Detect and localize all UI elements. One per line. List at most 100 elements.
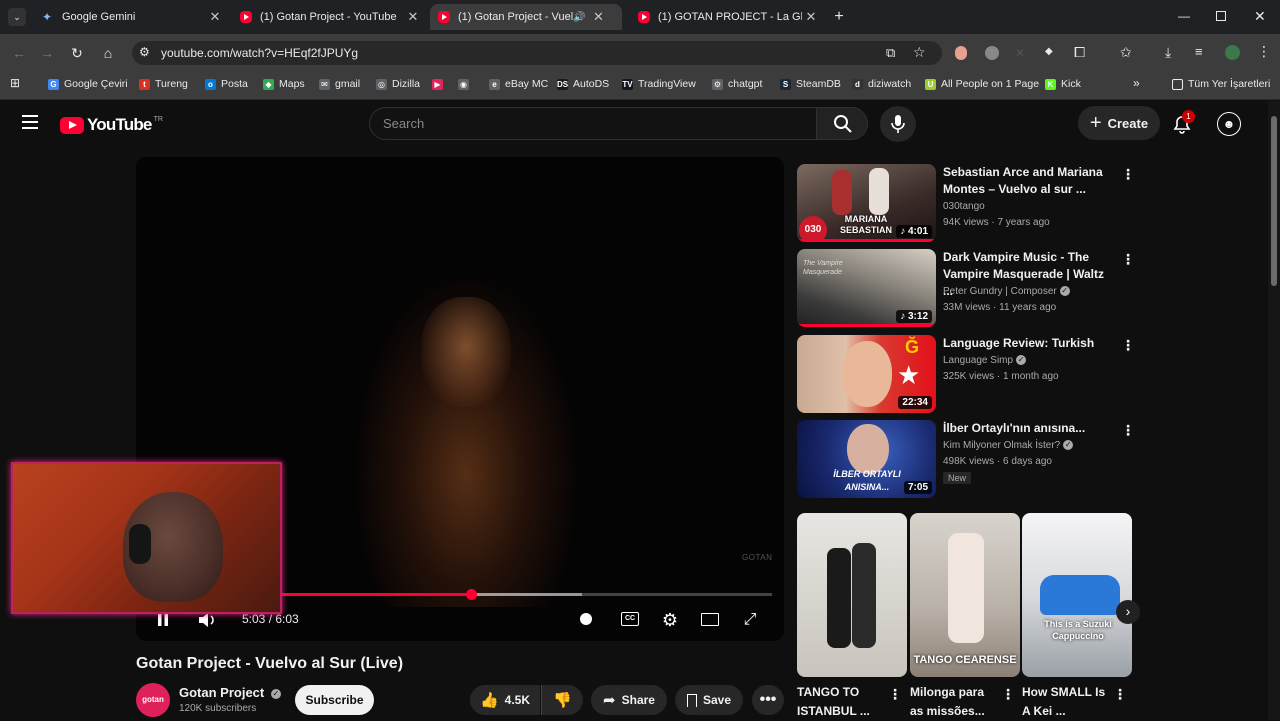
like-button[interactable]: 👍 4.5K bbox=[470, 685, 540, 715]
bookmark-star-icon[interactable]: ☆ bbox=[913, 44, 926, 61]
reading-list-icon[interactable]: ≡ bbox=[1195, 44, 1203, 59]
site-info-icon[interactable]: ⚙ bbox=[139, 45, 150, 59]
autoplay-toggle[interactable] bbox=[576, 610, 596, 630]
recommendation-title[interactable]: Sebastian Arce and Mariana Montes – Vuel… bbox=[943, 164, 1113, 198]
recommendation-item[interactable]: The Vampire Masquerade ♪ 3:12 Dark Vampi… bbox=[797, 249, 1137, 327]
search-input[interactable]: Search bbox=[369, 107, 816, 140]
bookmark-item[interactable]: U All People on 1 Page bbox=[925, 77, 1039, 91]
short-title[interactable]: How SMALL Is A Kei ... bbox=[1022, 683, 1112, 721]
channel-avatar[interactable]: gotan bbox=[136, 683, 170, 717]
browser-tab-youtube-channel[interactable]: (1) Gotan Project - YouTube ✕ bbox=[232, 4, 422, 30]
bookmark-item[interactable]: o Posta bbox=[205, 77, 248, 91]
more-vertical-icon[interactable]: ⋮ bbox=[888, 686, 902, 703]
browser-menu-icon[interactable]: ⋮ bbox=[1257, 43, 1271, 60]
video-thumbnail[interactable]: The Vampire Masquerade ♪ 3:12 bbox=[797, 249, 936, 327]
scrollbar-thumb[interactable] bbox=[1271, 116, 1277, 286]
forward-icon[interactable]: → bbox=[38, 44, 56, 62]
speaker-icon[interactable]: 🔊 bbox=[573, 12, 585, 23]
browser-tab-active-video[interactable]: (1) Gotan Project - Vuelvo al 🔊 ✕ bbox=[430, 4, 622, 30]
subtitles-button[interactable]: CC bbox=[619, 610, 641, 630]
all-bookmarks-folder[interactable]: Tüm Yer İşaretleri bbox=[1172, 77, 1270, 91]
back-icon[interactable]: ← bbox=[10, 44, 28, 62]
bookmarks-star-icon[interactable]: ✩ bbox=[1120, 44, 1132, 61]
create-button[interactable]: + Create bbox=[1078, 106, 1160, 140]
recommendation-title[interactable]: Language Review: Turkish bbox=[943, 335, 1113, 352]
browser-tab-la-gloria[interactable]: (1) GOTAN PROJECT - La Gloria ✕ bbox=[630, 4, 820, 30]
recommendation-item[interactable]: İLBER ORTAYLI ANISINA... 7:05 İlber Orta… bbox=[797, 420, 1137, 498]
recommendation-channel[interactable]: 030tango bbox=[943, 201, 985, 212]
more-vertical-icon[interactable]: ⋮ bbox=[1121, 166, 1135, 183]
guide-menu-icon[interactable] bbox=[22, 115, 38, 129]
video-thumbnail[interactable]: ★ Ğ 22:34 bbox=[797, 335, 936, 413]
close-tab-icon[interactable]: ✕ bbox=[802, 9, 820, 25]
recommendation-channel[interactable]: Kim Milyoner Olmak İster? ✓ bbox=[943, 440, 1074, 451]
dislike-button[interactable]: 👎 bbox=[541, 685, 583, 715]
close-tab-icon[interactable]: ✕ bbox=[404, 9, 422, 25]
more-actions-button[interactable]: ••• bbox=[752, 685, 784, 715]
close-tab-icon[interactable]: ✕ bbox=[206, 9, 224, 25]
save-button[interactable]: Save bbox=[675, 685, 743, 715]
bookmark-item[interactable]: t Tureng bbox=[139, 77, 188, 91]
settings-button[interactable]: ⚙ bbox=[659, 610, 681, 630]
shorts-next-button[interactable]: › bbox=[1116, 600, 1140, 624]
close-window-icon[interactable]: ✕ bbox=[1254, 8, 1266, 25]
bookmark-item[interactable]: S SteamDB bbox=[780, 77, 841, 91]
voice-search-button[interactable] bbox=[880, 106, 916, 142]
short-thumbnail[interactable] bbox=[797, 513, 907, 677]
extensions-puzzle-icon[interactable]: ⧠ bbox=[1074, 44, 1085, 61]
short-title[interactable]: Milonga para as missões... bbox=[910, 683, 1000, 721]
youtube-logo[interactable]: YouTube TR bbox=[60, 115, 163, 135]
more-vertical-icon[interactable]: ⋮ bbox=[1113, 686, 1127, 703]
recommendation-title[interactable]: İlber Ortaylı'nın anısına... bbox=[943, 420, 1113, 437]
reload-icon[interactable]: ↻ bbox=[68, 44, 86, 62]
short-title[interactable]: TANGO TO ISTANBUL ... bbox=[797, 683, 887, 721]
close-tab-icon[interactable]: ✕ bbox=[589, 9, 607, 25]
extension-icon[interactable]: ✕ bbox=[1015, 46, 1029, 60]
recommendation-item[interactable]: ★ Ğ 22:34 Language Review: Turkish Langu… bbox=[797, 335, 1137, 413]
bookmark-item[interactable]: DS AutoDS bbox=[557, 77, 609, 91]
bookmark-item[interactable]: ◆ Maps bbox=[263, 77, 305, 91]
bookmark-item[interactable]: TV TradingView bbox=[622, 77, 696, 91]
recommendation-channel[interactable]: Language Simp ✓ bbox=[943, 355, 1027, 366]
home-icon[interactable]: ⌂ bbox=[99, 44, 117, 62]
bookmark-item[interactable]: ▶ bbox=[432, 77, 448, 91]
search-button[interactable] bbox=[816, 107, 868, 140]
recommendation-item[interactable]: 030 MARIANA SEBASTIAN ♪ 4:01 Sebastian A… bbox=[797, 164, 1137, 242]
bookmark-item[interactable]: ◉ bbox=[458, 77, 474, 91]
bookmark-item[interactable]: K Kick bbox=[1045, 77, 1081, 91]
more-vertical-icon[interactable]: ⋮ bbox=[1121, 251, 1135, 268]
minimize-icon[interactable]: — bbox=[1178, 9, 1190, 23]
video-thumbnail[interactable]: 030 MARIANA SEBASTIAN ♪ 4:01 bbox=[797, 164, 936, 242]
channel-watermark[interactable]: GOTAN bbox=[742, 553, 772, 562]
bookmark-item[interactable]: ◎ Dizilla bbox=[376, 77, 420, 91]
share-button[interactable]: ➦ Share bbox=[591, 685, 667, 715]
more-bookmarks-icon[interactable]: » bbox=[1133, 76, 1140, 90]
fullscreen-button[interactable]: ⤢ bbox=[739, 610, 761, 630]
short-thumbnail[interactable]: This is a Suzuki Cappuccino bbox=[1022, 513, 1132, 677]
profile-avatar[interactable] bbox=[1225, 45, 1240, 60]
channel-name[interactable]: Gotan Project ✓ bbox=[179, 685, 281, 700]
extension-icon[interactable] bbox=[955, 46, 967, 60]
theater-mode-button[interactable] bbox=[699, 610, 721, 630]
browser-tab-gemini[interactable]: ✦ Google Gemini ✕ bbox=[34, 4, 224, 30]
bookmark-item[interactable]: d diziwatch bbox=[852, 77, 911, 91]
video-thumbnail[interactable]: İLBER ORTAYLI ANISINA... 7:05 bbox=[797, 420, 936, 498]
bookmark-item[interactable]: G Google Çeviri bbox=[48, 77, 128, 91]
recommendation-channel[interactable]: Peter Gundry | Composer ✓ bbox=[943, 286, 1070, 297]
short-thumbnail[interactable]: TANGO CEARENSE bbox=[910, 513, 1020, 677]
download-icon[interactable]: ⤓ bbox=[1165, 44, 1171, 61]
notifications-button[interactable]: 1 bbox=[1170, 110, 1195, 137]
bookmark-item[interactable]: ⚙ chatgpt bbox=[712, 77, 762, 91]
more-vertical-icon[interactable]: ⋮ bbox=[1001, 686, 1015, 703]
bookmark-item[interactable]: ✉ gmail bbox=[319, 77, 360, 91]
install-app-icon[interactable]: ⧉ bbox=[886, 45, 895, 61]
more-vertical-icon[interactable]: ⋮ bbox=[1121, 422, 1135, 439]
restore-icon[interactable] bbox=[1216, 11, 1226, 21]
account-avatar[interactable]: ☻ bbox=[1217, 112, 1241, 136]
url-text[interactable]: youtube.com/watch?v=HEqf2fJPUYg bbox=[161, 46, 358, 60]
extension-icon[interactable]: ◆ bbox=[1045, 46, 1057, 58]
subscribe-button[interactable]: Subscribe bbox=[295, 685, 374, 715]
apps-grid-icon[interactable]: ⊞ bbox=[10, 76, 20, 90]
more-vertical-icon[interactable]: ⋮ bbox=[1121, 337, 1135, 354]
progress-scrubber-handle[interactable] bbox=[466, 589, 478, 600]
